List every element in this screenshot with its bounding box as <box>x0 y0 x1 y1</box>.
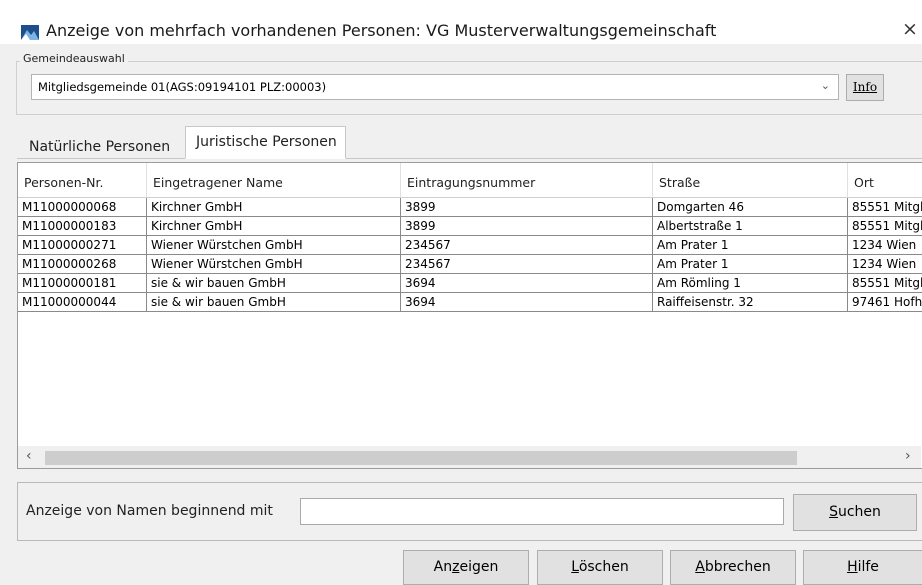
table-row[interactable]: M11000000068 Kirchner GmbH 3899 Domgarte… <box>18 198 922 217</box>
cell-strasse: Am Prater 1 <box>653 236 848 255</box>
horizontal-scrollbar[interactable]: ‹ › <box>18 446 921 468</box>
cell-strasse: Am Prater 1 <box>653 255 848 274</box>
column-header-strasse[interactable]: Straße <box>653 163 848 198</box>
cell-name: Wiener Würstchen GmbH <box>147 255 401 274</box>
persons-table: Personen-Nr. Eingetragener Name Eintragu… <box>17 162 922 469</box>
cell-strasse: Am Römling 1 <box>653 274 848 293</box>
column-header-eingetragener-name[interactable]: Eingetragener Name <box>147 163 401 198</box>
cell-personen-nr: M11000000268 <box>18 255 147 274</box>
cell-eintragungsnummer: 3694 <box>401 274 653 293</box>
column-header-personen-nr[interactable]: Personen-Nr. <box>18 163 147 198</box>
tab-natuerliche-personen[interactable]: Natürliche Personen <box>23 133 178 158</box>
cell-eintragungsnummer: 234567 <box>401 236 653 255</box>
chevron-left-icon[interactable]: ‹ <box>26 448 32 464</box>
tab-strip-border <box>17 158 922 159</box>
tab-juristische-personen[interactable]: Juristische Personen <box>185 126 346 159</box>
cell-personen-nr: M11000000181 <box>18 274 147 293</box>
name-prefix-input[interactable] <box>300 498 784 525</box>
table-row[interactable]: M11000000183 Kirchner GmbH 3899 Albertst… <box>18 217 922 236</box>
municipality-select-value: Mitgliedsgemeinde 01(AGS:09194101 PLZ:00… <box>38 80 327 94</box>
title-bar: Anzeige von mehrfach vorhandenen Persone… <box>0 0 922 44</box>
delete-button-label: Löschen <box>571 559 629 575</box>
table-row[interactable]: M11000000268 Wiener Würstchen GmbH 23456… <box>18 255 922 274</box>
chevron-down-icon[interactable]: ⌄ <box>821 79 830 92</box>
table-row[interactable]: M11000000044 sie & wir bauen GmbH 3694 R… <box>18 293 922 312</box>
app-logo-icon <box>21 25 39 40</box>
info-button[interactable]: Info <box>846 74 884 101</box>
cancel-button[interactable]: Abbrechen <box>670 550 796 585</box>
cell-personen-nr: M11000000271 <box>18 236 147 255</box>
cell-name: Kirchner GmbH <box>147 217 401 236</box>
info-button-label: Info <box>852 80 878 94</box>
column-header-ort[interactable]: Ort <box>848 163 922 198</box>
delete-button[interactable]: Löschen <box>537 550 663 585</box>
table-row[interactable]: M11000000181 sie & wir bauen GmbH 3694 A… <box>18 274 922 293</box>
cell-eintragungsnummer: 234567 <box>401 255 653 274</box>
municipality-select[interactable]: Mitgliedsgemeinde 01(AGS:09194101 PLZ:00… <box>31 74 839 100</box>
cell-personen-nr: M11000000044 <box>18 293 147 312</box>
cancel-button-label: Abbrechen <box>695 559 771 575</box>
cell-eintragungsnummer: 3694 <box>401 293 653 312</box>
search-button-label: Suchen <box>829 504 881 520</box>
cell-personen-nr: M11000000068 <box>18 198 147 217</box>
help-button-label: Hilfe <box>847 559 879 575</box>
search-button[interactable]: Suchen <box>793 494 917 531</box>
cell-ort: 85551 Mitgliedsgemeinde 01 <box>848 217 922 236</box>
cell-strasse: Albertstraße 1 <box>653 217 848 236</box>
cell-ort: 97461 Hofheim <box>848 293 922 312</box>
cell-ort: 1234 Wien <box>848 236 922 255</box>
chevron-right-icon[interactable]: › <box>905 448 911 464</box>
cell-personen-nr: M11000000183 <box>18 217 147 236</box>
help-button[interactable]: Hilfe <box>803 550 922 585</box>
municipality-group-label: Gemeindeauswahl <box>20 52 128 65</box>
scrollbar-thumb[interactable] <box>45 451 797 465</box>
cell-name: Wiener Würstchen GmbH <box>147 236 401 255</box>
cell-strasse: Raiffeisenstr. 32 <box>653 293 848 312</box>
column-header-eintragungsnummer[interactable]: Eintragungsnummer <box>401 163 653 198</box>
show-button[interactable]: Anzeigen <box>403 550 529 585</box>
cell-name: Kirchner GmbH <box>147 198 401 217</box>
window-title: Anzeige von mehrfach vorhandenen Persone… <box>46 21 717 40</box>
close-icon[interactable]: × <box>902 19 918 39</box>
cell-ort: 85551 Mitgliedsgemeinde 01 <box>848 198 922 217</box>
cell-eintragungsnummer: 3899 <box>401 198 653 217</box>
cell-name: sie & wir bauen GmbH <box>147 274 401 293</box>
cell-ort: 85551 Mitgliedsgemeinde 01 <box>848 274 922 293</box>
search-label: Anzeige von Namen beginnend mit <box>26 503 273 519</box>
cell-strasse: Domgarten 46 <box>653 198 848 217</box>
table-row[interactable]: M11000000271 Wiener Würstchen GmbH 23456… <box>18 236 922 255</box>
cell-eintragungsnummer: 3899 <box>401 217 653 236</box>
show-button-label: Anzeigen <box>433 559 499 575</box>
cell-ort: 1234 Wien <box>848 255 922 274</box>
cell-name: sie & wir bauen GmbH <box>147 293 401 312</box>
